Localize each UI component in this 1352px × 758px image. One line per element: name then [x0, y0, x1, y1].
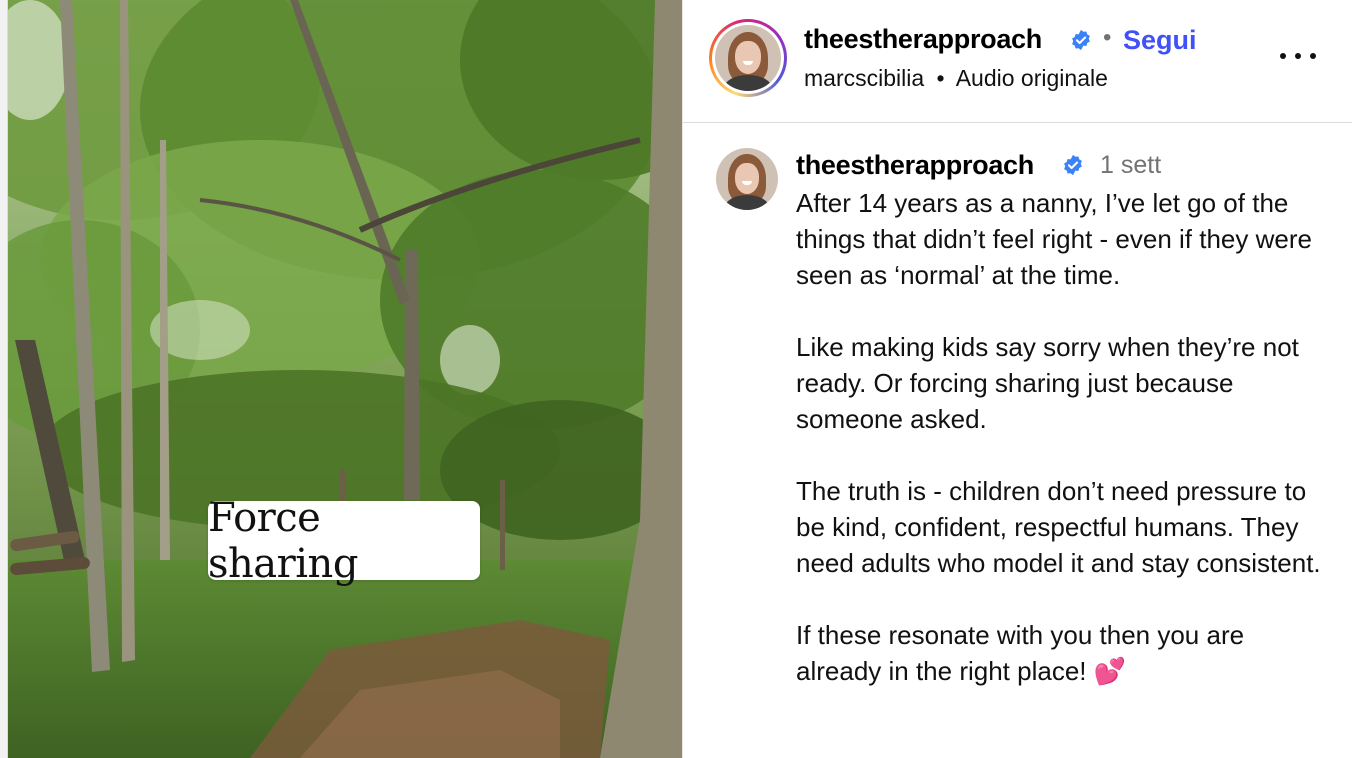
- verified-badge-icon: [1064, 154, 1082, 176]
- two-hearts-emoji: 💕: [1093, 656, 1127, 686]
- post-caption: After 14 years as a nanny, I’ve let go o…: [796, 185, 1336, 725]
- caption-paragraph-text: If these resonate with you then you are …: [796, 620, 1245, 686]
- header-separator: •: [1103, 24, 1112, 51]
- caption-paragraph: Like making kids say sorry when they’re …: [796, 332, 1299, 434]
- follow-button[interactable]: Segui: [1123, 25, 1197, 56]
- story-avatar-ring[interactable]: [709, 19, 787, 97]
- forest-image: [0, 0, 682, 758]
- media-text-overlay: Force sharing: [208, 495, 480, 587]
- header-username[interactable]: theestherapproach: [804, 24, 1042, 55]
- window-edge: [0, 0, 8, 758]
- comment-avatar[interactable]: [716, 148, 778, 210]
- post-media[interactable]: Force sharing: [0, 0, 682, 758]
- caption-paragraph: After 14 years as a nanny, I’ve let go o…: [796, 188, 1312, 290]
- media-overlay-text: Force sharing: [208, 494, 358, 587]
- original-audio-link[interactable]: Audio originale: [956, 65, 1108, 91]
- post-timestamp[interactable]: 1 sett: [1100, 151, 1161, 180]
- verified-badge-icon: [1072, 29, 1090, 51]
- audio-user-link[interactable]: marcscibilia: [804, 65, 924, 91]
- post-header: theestherapproach • Segui marcscibilia •…: [683, 0, 1352, 123]
- avatar: [715, 25, 781, 91]
- more-options-icon[interactable]: [1280, 44, 1316, 68]
- caption-paragraph-last: If these resonate with you then you are …: [796, 617, 1336, 689]
- audio-info: marcscibilia • Audio originale: [804, 65, 1108, 92]
- post-side-panel: theestherapproach • Segui marcscibilia •…: [682, 0, 1352, 758]
- audio-separator: •: [936, 65, 945, 91]
- post-username[interactable]: theestherapproach: [796, 150, 1034, 181]
- caption-paragraph: The truth is - children don’t need press…: [796, 476, 1321, 578]
